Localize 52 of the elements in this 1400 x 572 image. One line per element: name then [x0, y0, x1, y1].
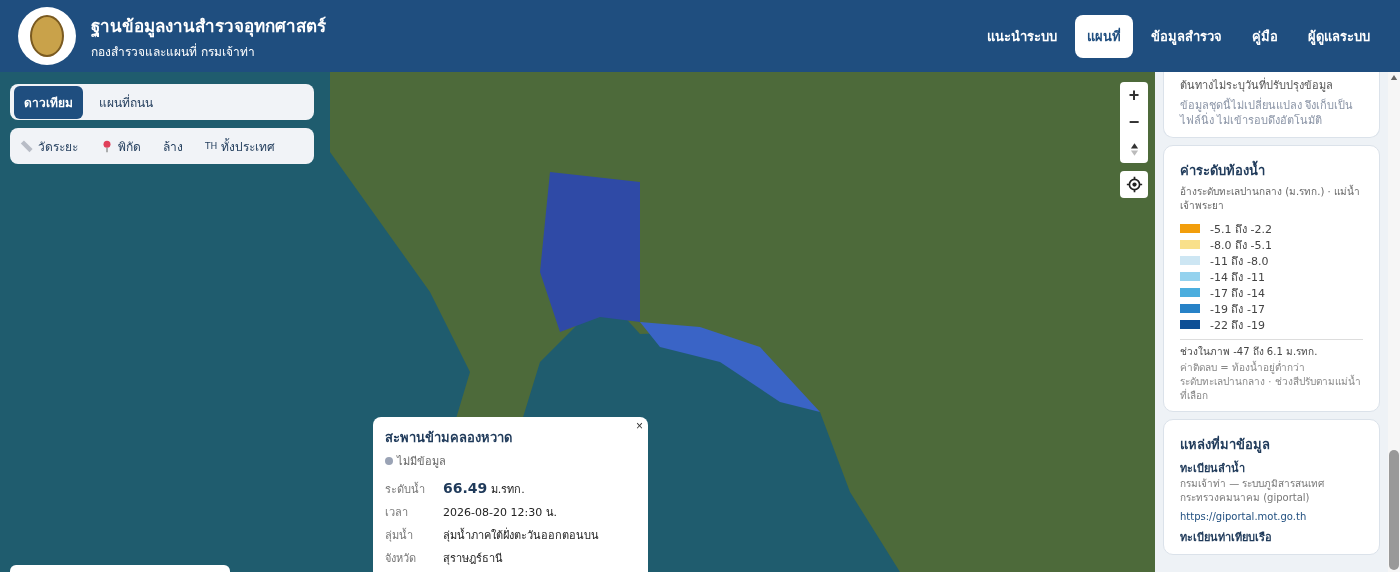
- nav-link[interactable]: คู่มือ: [1240, 14, 1290, 58]
- field-label: ระดับน้ำ: [385, 481, 426, 498]
- nav-link[interactable]: ผู้ดูแลระบบ: [1296, 14, 1382, 58]
- field-value: สุราษฎร์ธานี: [443, 551, 504, 567]
- source-link[interactable]: https://giportal.mot.go.th: [1180, 510, 1307, 522]
- compass-icon: [1129, 142, 1139, 157]
- nav-link[interactable]: แผนที่: [1075, 14, 1133, 58]
- field-label: เวลา: [385, 505, 409, 521]
- tool-button[interactable]: พิกัด: [94, 130, 147, 162]
- legend-label: -8.0 ถึง -5.1: [1210, 237, 1272, 254]
- legend-label: -11 ถึง -8.0: [1210, 253, 1269, 270]
- note-heading: ต้นทางไม่ระบุวันที่ปรับปรุงข้อมูล: [1180, 76, 1334, 94]
- close-button[interactable]: ×: [633, 419, 646, 433]
- site-title: ฐานข้อมูลงานสำรวจอุทกศาสตร์: [91, 14, 326, 39]
- locate-button[interactable]: [1120, 171, 1148, 198]
- note-text: ข้อมูลชุดนี้ไม่เปลี่ยนแปลง จึงเก็บเป็นไฟล์นิ่ง ไม่เข้ารอบดึงอัตโนมัติ: [1180, 98, 1355, 129]
- nav-link[interactable]: แนะนำระบบ: [975, 14, 1069, 58]
- legend-title: ค่าระดับท้องน้ำ: [1180, 159, 1266, 180]
- legend-subtitle: อ้างระดับทะเลปานกลาง (ม.รทก.) · แม่น้ำเจ้าพระยา: [1180, 184, 1361, 213]
- source-name: ทะเบียนท่าเทียบเรือ: [1180, 529, 1273, 546]
- sources-title: แหล่งที่มาข้อมูล: [1180, 434, 1271, 455]
- legend-label: -19 ถึง -17: [1210, 301, 1265, 318]
- zoom-out-button[interactable]: −: [1120, 109, 1148, 136]
- scroll-up-icon[interactable]: [1390, 74, 1398, 81]
- field-value: 2026-08-20 12:30 น.: [443, 505, 559, 521]
- tool-button[interactable]: ล้าง: [157, 130, 189, 162]
- zoom-in-button[interactable]: +: [1120, 82, 1148, 109]
- source-name: ทะเบียนลำน้ำ: [1180, 459, 1246, 477]
- field-value: ลุ่มน้ำภาคใต้ฝั่งตะวันออกตอนบน: [443, 526, 600, 544]
- basemap-tab[interactable]: ดาวเทียม: [14, 85, 83, 119]
- station-name: สะพานข้ามคลองหวาด: [385, 429, 513, 447]
- nav-link[interactable]: ข้อมูลสำรวจ: [1139, 14, 1234, 58]
- emblem-logo-icon: [18, 7, 76, 65]
- locate-icon: [1125, 176, 1143, 193]
- satellite-map[interactable]: ดาวเทียม แผนที่ถนน วัดระยะ พิกัด ล้าง TH ทั้งประเทศ + − × สะพานข้ามคลองหวาด ไม่มีข้อมูล ระดับน้ำ 66.49 ม.รทก. เวลา 2026-08-20 12:30 น. ลุ่มน้ำ ลุ่มน้ำภาคใต้ฝั่งตะวันออกตอนบน จังหวัด สุราษฎร์ธานี: [0, 72, 1155, 572]
- legend-label: -22 ถึง -19: [1210, 317, 1265, 334]
- status-text: ไม่มีข้อมูล: [397, 454, 446, 470]
- legend-label: -14 ถึง -11: [1210, 269, 1265, 286]
- site-subtitle: กองสำรวจและแผนที่ กรมเจ้าท่า: [91, 42, 256, 61]
- tool-button[interactable]: วัดระยะ: [14, 130, 84, 162]
- legend-note: ค่าติดลบ = ท้องน้ำอยู่ต่ำกว่าระดับทะเลปานกลาง · ช่วงสีปรับตามแม่น้ำที่เลือก: [1180, 360, 1362, 403]
- legend-label: -5.1 ถึง -2.2: [1210, 221, 1272, 238]
- field-label: จังหวัด: [385, 551, 417, 567]
- field-label: ลุ่มน้ำ: [385, 527, 414, 544]
- status-dot: [385, 457, 393, 465]
- source-description: กรมเจ้าท่า — ระบบภูมิสารสนเทศกระทรวงคมนาคม (giportal): [1180, 476, 1326, 505]
- basemap-tab[interactable]: แผนที่ถนน: [89, 85, 163, 119]
- scrollbar-thumb[interactable]: [1389, 450, 1399, 570]
- range-text: ช่วงในภาพ -47 ถึง 6.1 ม.รทก.: [1180, 344, 1319, 359]
- water-level-value: 66.49 ม.รทก.: [443, 480, 526, 498]
- tool-button[interactable]: TH ทั้งประเทศ: [199, 130, 282, 162]
- legend-label: -17 ถึง -14: [1210, 285, 1265, 302]
